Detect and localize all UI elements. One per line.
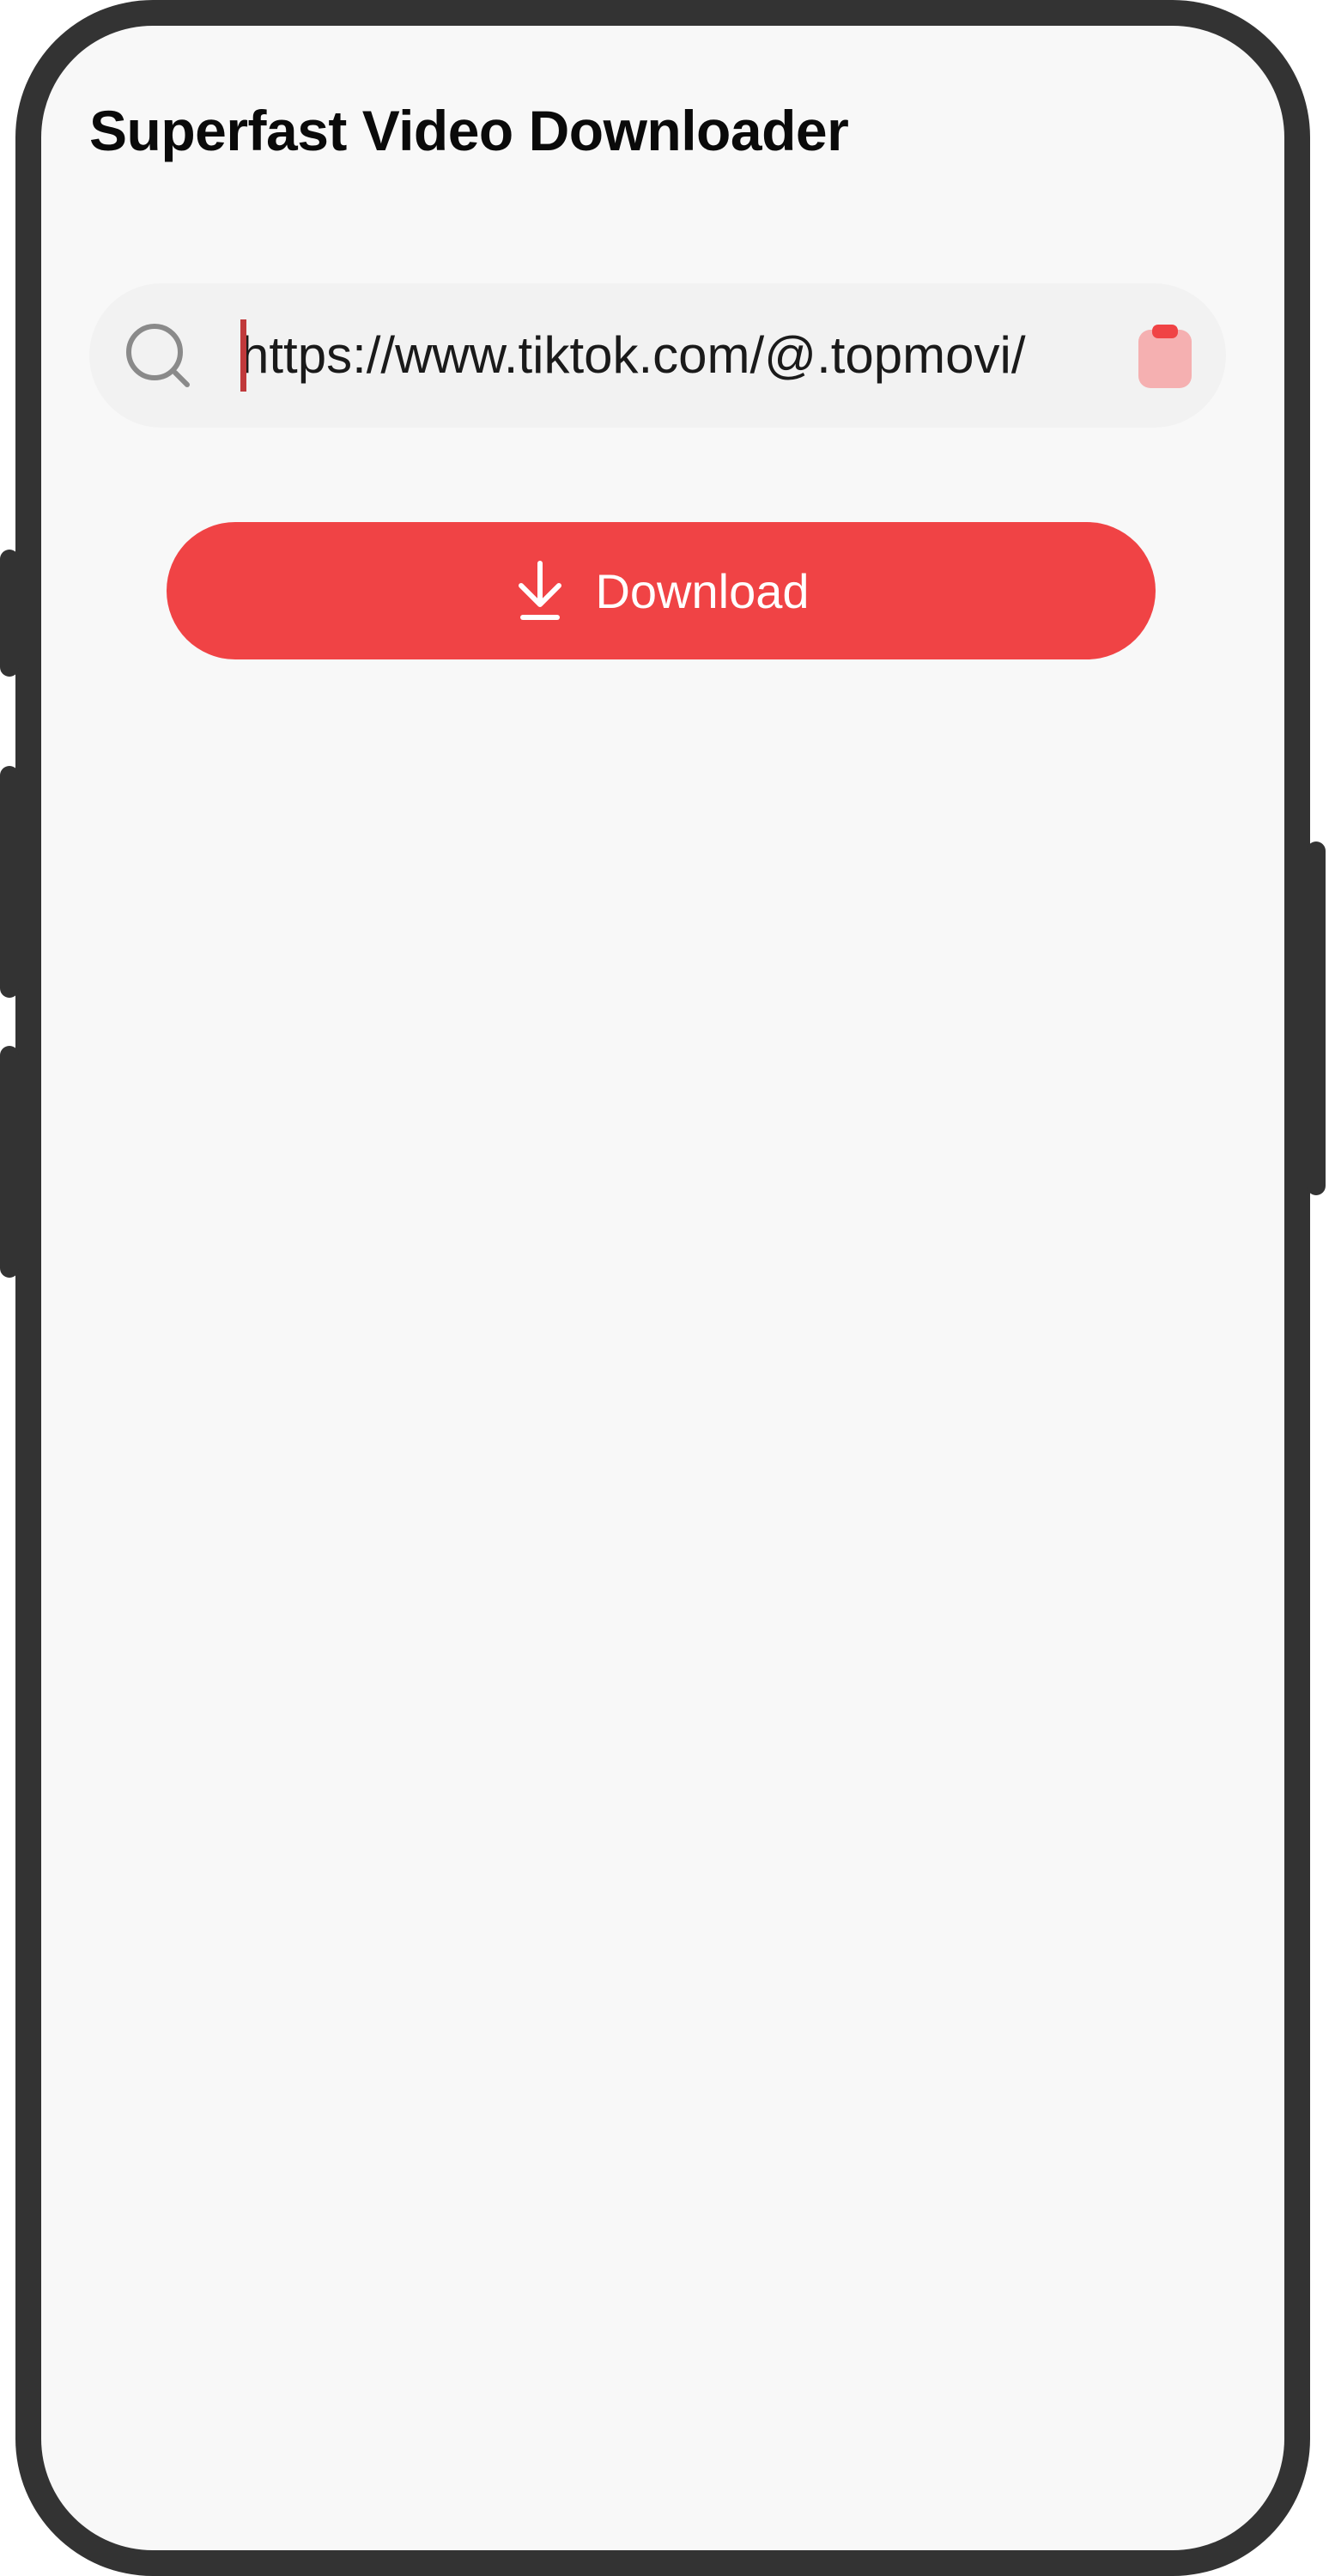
url-search-bar[interactable]: [89, 283, 1226, 428]
app-screen: Superfast Video Downloader Download: [41, 26, 1284, 2550]
side-button: [1307, 841, 1326, 1195]
download-button-label: Download: [595, 563, 810, 618]
search-icon: [126, 324, 190, 387]
download-icon: [519, 561, 562, 620]
download-button[interactable]: Download: [167, 522, 1156, 659]
side-button: [0, 766, 19, 998]
phone-frame: Superfast Video Downloader Download: [0, 0, 1326, 2576]
text-caret: [240, 319, 246, 392]
url-field-wrapper: [240, 314, 1185, 397]
side-button: [0, 550, 19, 677]
side-button: [0, 1046, 19, 1278]
url-input[interactable]: [240, 314, 1185, 397]
page-title: Superfast Video Downloader: [89, 99, 849, 162]
clipboard-paste-icon[interactable]: [1138, 325, 1192, 388]
